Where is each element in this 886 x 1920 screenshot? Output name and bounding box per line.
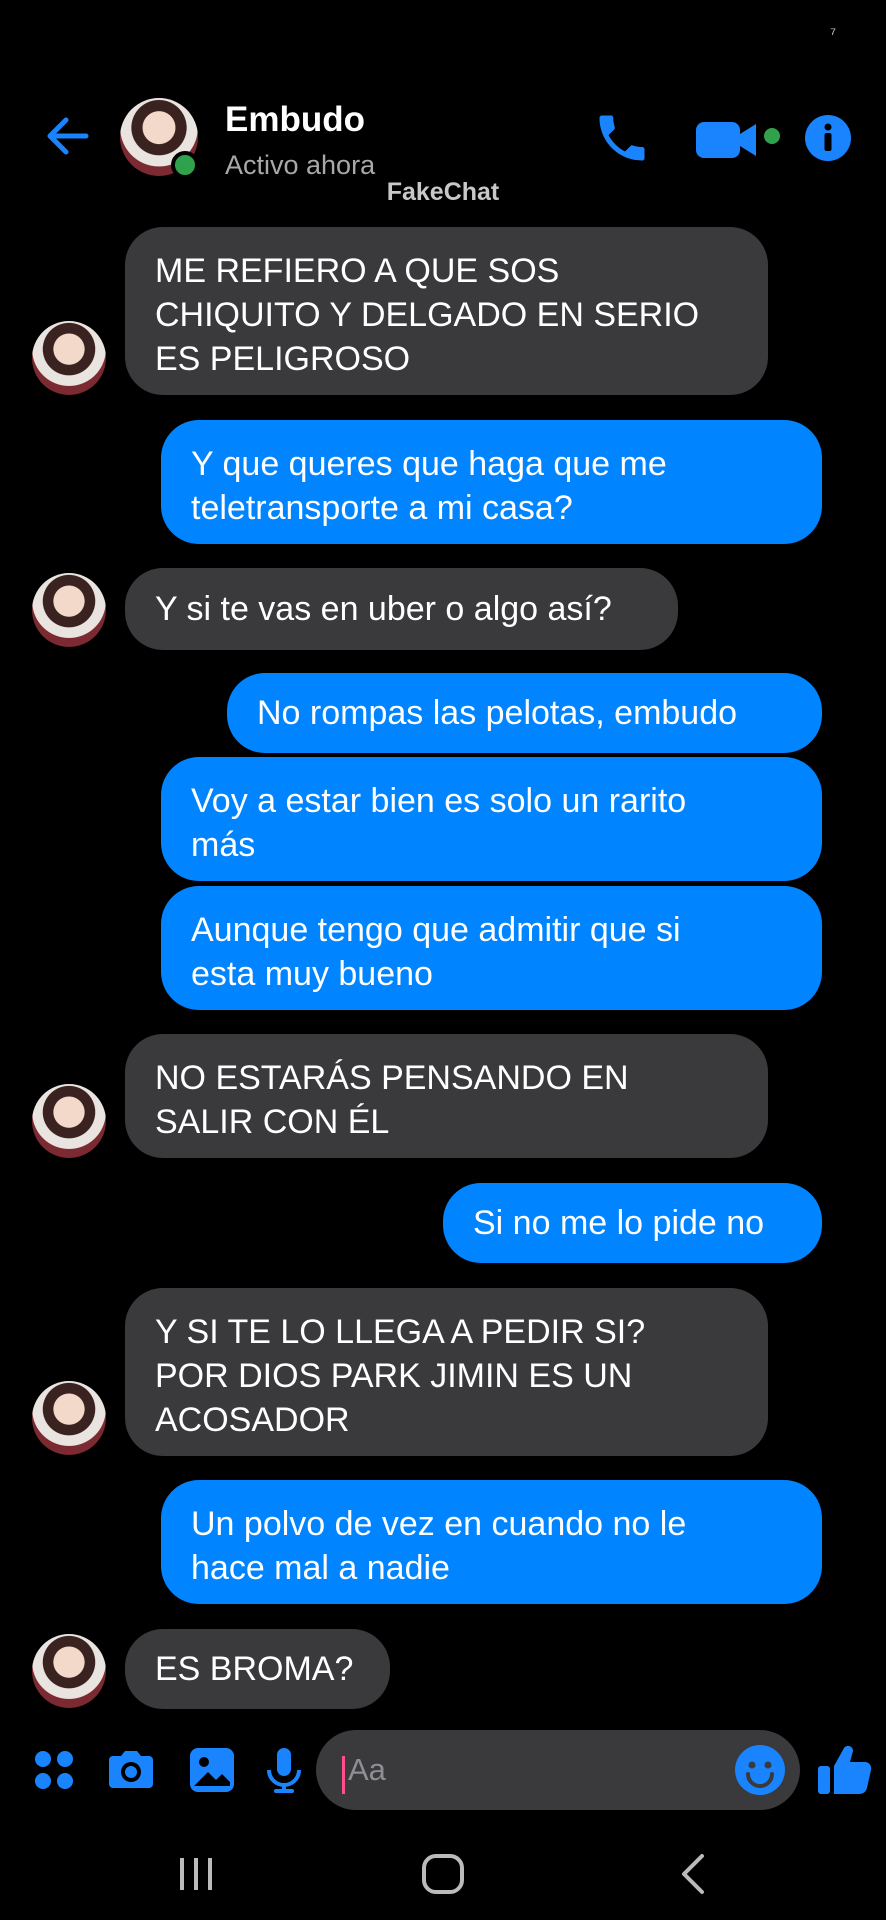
message-sent[interactable]: Y que queres que haga que me teletranspo… <box>161 420 822 544</box>
apps-icon <box>35 1751 73 1789</box>
message-line: teletransporte a mi casa? <box>191 489 573 527</box>
message-line: Y si te vas en uber o algo así? <box>155 590 612 628</box>
message-line: ES BROMA? <box>155 1650 354 1688</box>
message-line: Un polvo de vez en cuando no le <box>191 1505 687 1543</box>
message-sent[interactable]: Voy a estar bien es solo un rarito más <box>161 757 822 881</box>
voice-call-button[interactable] <box>592 108 652 168</box>
message-sent[interactable]: Aunque tengo que admitir que si esta muy… <box>161 886 822 1010</box>
apps-button[interactable] <box>26 1742 82 1798</box>
back-nav-button[interactable] <box>664 1850 724 1900</box>
message-sent[interactable]: Un polvo de vez en cuando no le hace mal… <box>161 1480 822 1604</box>
message-input-placeholder: Aa <box>348 1752 386 1787</box>
home-icon <box>422 1854 464 1894</box>
home-button[interactable] <box>413 1850 473 1900</box>
emoji-button[interactable] <box>732 1742 788 1798</box>
message-received[interactable]: ME REFIERO A QUE SOS CHIQUITO Y DELGADO … <box>125 227 768 395</box>
contact-message-avatar <box>32 1381 106 1455</box>
phone-icon <box>599 115 645 161</box>
message-sent[interactable]: Si no me lo pide no <box>443 1183 822 1263</box>
message-line: SALIR CON ÉL <box>155 1103 390 1141</box>
message-received[interactable]: ES BROMA? <box>125 1629 390 1709</box>
emoji-icon <box>735 1745 785 1795</box>
message-line: Voy a estar bien es solo un rarito <box>191 782 687 820</box>
gallery-icon <box>190 1748 234 1792</box>
recent-apps-button[interactable] <box>166 1850 226 1900</box>
message-line: esta muy bueno <box>191 955 433 993</box>
contact-name[interactable]: Embudo <box>225 100 365 140</box>
watermark: FakeChat <box>386 178 500 206</box>
video-camera-icon <box>696 122 780 158</box>
message-line: ME REFIERO A QUE SOS <box>155 252 560 290</box>
status-bar: ⁷ <box>0 0 886 80</box>
status-indicator: ⁷ <box>830 26 836 43</box>
arrow-left-icon <box>47 117 89 155</box>
microphone-icon <box>267 1748 301 1793</box>
online-status-indicator <box>171 151 199 179</box>
contact-message-avatar <box>32 1634 106 1708</box>
message-line: CHIQUITO Y DELGADO EN SERIO <box>155 296 700 334</box>
message-received[interactable]: Y SI TE LO LLEGA A PEDIR SI? POR DIOS PA… <box>125 1288 768 1456</box>
recent-apps-icon <box>180 1858 212 1890</box>
contact-message-avatar <box>32 321 106 395</box>
message-line: ES PELIGROSO <box>155 340 411 378</box>
microphone-button[interactable] <box>256 1742 312 1798</box>
message-input[interactable] <box>316 1730 800 1810</box>
message-line: NO ESTARÁS PENSANDO EN <box>155 1059 629 1097</box>
message-received[interactable]: NO ESTARÁS PENSANDO EN SALIR CON ÉL <box>125 1034 768 1158</box>
message-line: Aunque tengo que admitir que si <box>191 911 681 949</box>
camera-icon <box>109 1751 153 1788</box>
message-sent[interactable]: No rompas las pelotas, embudo <box>227 673 822 753</box>
thumbs-up-icon <box>818 1745 872 1794</box>
system-navigation-bar <box>0 1820 886 1920</box>
back-icon <box>682 1854 704 1894</box>
text-caret <box>342 1756 345 1794</box>
video-call-button[interactable] <box>694 116 784 164</box>
message-line: ACOSADOR <box>155 1401 350 1439</box>
message-line: Y SI TE LO LLEGA A PEDIR SI? <box>155 1313 646 1351</box>
contact-message-avatar <box>32 573 106 647</box>
contact-status: Activo ahora <box>225 150 376 180</box>
back-button[interactable] <box>40 108 96 164</box>
like-button[interactable] <box>814 1740 874 1800</box>
info-icon <box>805 115 851 161</box>
message-line: hace mal a nadie <box>191 1549 450 1587</box>
info-button[interactable] <box>803 113 853 163</box>
message-composer: Aa <box>0 1720 886 1820</box>
message-line: más <box>191 826 256 864</box>
gallery-button[interactable] <box>184 1742 240 1798</box>
message-received[interactable]: Y si te vas en uber o algo así? <box>125 568 678 650</box>
message-line: Y que queres que haga que me <box>191 445 667 483</box>
message-line: POR DIOS PARK JIMIN ES UN <box>155 1357 633 1395</box>
message-line: No rompas las pelotas, embudo <box>257 694 738 732</box>
camera-button[interactable] <box>103 1742 159 1798</box>
contact-message-avatar <box>32 1084 106 1158</box>
message-line: Si no me lo pide no <box>473 1204 765 1242</box>
